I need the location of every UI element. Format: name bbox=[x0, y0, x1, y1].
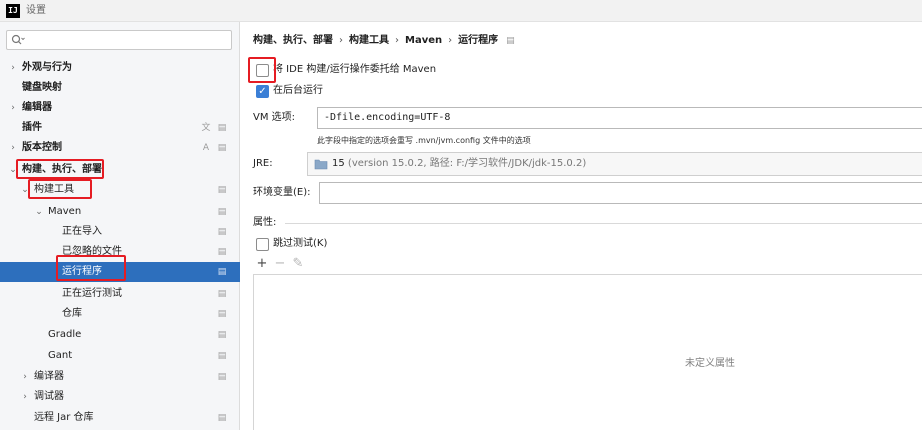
edit-icon[interactable]: ✎ bbox=[289, 256, 307, 272]
project-settings-icon: ▤ bbox=[217, 309, 227, 319]
sidebar-item-label: 已忽略的文件 bbox=[62, 246, 122, 257]
project-settings-icon: ▤ bbox=[217, 227, 227, 237]
sidebar-item-label: 构建工具 bbox=[34, 184, 74, 195]
properties-empty-text: 未定义属性 bbox=[685, 358, 735, 369]
properties-title: 属性: bbox=[253, 217, 277, 228]
sidebar-item-label: 编译器 bbox=[34, 371, 64, 382]
project-settings-icon: ▤ bbox=[217, 143, 227, 153]
properties-divider bbox=[285, 223, 922, 224]
sidebar-item-ignored-files[interactable]: 已忽略的文件 ▤ bbox=[0, 242, 240, 262]
sidebar-item-label: 正在导入 bbox=[62, 226, 102, 237]
sidebar-item-label: Gant bbox=[48, 350, 73, 361]
breadcrumb-separator: › bbox=[395, 35, 399, 46]
folder-icon bbox=[314, 159, 328, 170]
sidebar-item-label: Gradle bbox=[48, 329, 82, 340]
sidebar-item-gradle[interactable]: Gradle ▤ bbox=[0, 325, 240, 345]
env-vars-label: 环境变量(E): bbox=[253, 187, 311, 198]
breadcrumb-item[interactable]: Maven bbox=[405, 35, 442, 46]
jre-label: JRE: bbox=[253, 158, 273, 169]
sidebar-item-gant[interactable]: Gant ▤ bbox=[0, 346, 240, 366]
sidebar-item-vcs[interactable]: › 版本控制 ▤ bbox=[0, 138, 240, 158]
jre-detail: (version 15.0.2, 路径: F:/学习软件/JDK/jdk-15.… bbox=[344, 158, 587, 169]
sidebar-item-compiler[interactable]: › 编译器 ▤ bbox=[0, 367, 240, 387]
breadcrumb-separator: › bbox=[339, 35, 343, 46]
sidebar-item-label: 远程 Jar 仓库 bbox=[34, 412, 94, 423]
sidebar-item-running-tests[interactable]: 正在运行测试 ▤ bbox=[0, 284, 240, 304]
breadcrumb-item: 运行程序 bbox=[458, 35, 499, 46]
sidebar-item-label: Maven bbox=[48, 206, 82, 217]
sidebar-item-remote-jar[interactable]: 远程 Jar 仓库 ▤ bbox=[0, 408, 240, 428]
chevron-right-icon[interactable]: › bbox=[8, 138, 18, 158]
project-settings-icon: ▤ bbox=[217, 330, 227, 340]
translate-icon: 文A bbox=[201, 123, 211, 153]
sidebar-item-keymap[interactable]: 键盘映射 bbox=[0, 78, 240, 98]
vm-options-hint: 此字段中指定的选项会重写 .mvn/jvm.config 文件中的选项 bbox=[317, 136, 531, 145]
sidebar-item-importing[interactable]: 正在导入 ▤ bbox=[0, 222, 240, 242]
sidebar-item-label: 外观与行为 bbox=[22, 62, 72, 73]
vm-options-label: VM 选项: bbox=[253, 112, 296, 123]
project-settings-icon: ▤ bbox=[217, 207, 227, 217]
delegate-to-maven-label[interactable]: 将 IDE 构建/运行操作委托给 Maven bbox=[273, 63, 436, 77]
app-logo-icon: IJ bbox=[6, 4, 20, 18]
jre-version: 15 bbox=[332, 158, 345, 169]
run-in-background-label[interactable]: 在后台运行 bbox=[273, 84, 323, 98]
chevron-down-icon[interactable]: ⌄ bbox=[20, 180, 30, 200]
breadcrumb-item[interactable]: 构建、执行、部署 bbox=[253, 35, 333, 46]
project-settings-icon: ▤ bbox=[217, 351, 227, 361]
properties-toolbar: + − ✎ bbox=[253, 256, 307, 272]
title-bar: IJ 设置 bbox=[0, 0, 922, 22]
sidebar-item-label: 版本控制 bbox=[22, 142, 62, 153]
sidebar-item-appearance[interactable]: › 外观与行为 bbox=[0, 58, 240, 78]
sidebar-item-maven[interactable]: ⌄ Maven ▤ bbox=[0, 202, 240, 222]
jre-select[interactable]: 15 (version 15.0.2, 路径: F:/学习软件/JDK/jdk-… bbox=[307, 152, 922, 176]
search-icon bbox=[11, 34, 25, 45]
sidebar-item-label: 键盘映射 bbox=[22, 82, 62, 93]
project-settings-icon: ▤ bbox=[217, 372, 227, 382]
properties-table[interactable] bbox=[253, 274, 922, 430]
chevron-right-icon[interactable]: › bbox=[20, 367, 30, 387]
chevron-down-icon[interactable]: ⌄ bbox=[34, 202, 44, 222]
project-settings-icon: ▤ bbox=[217, 289, 227, 299]
project-settings-icon: ▤ bbox=[217, 413, 227, 423]
sidebar-item-debugger[interactable]: › 调试器 bbox=[0, 387, 240, 407]
settings-sidebar: › 外观与行为 键盘映射 › 编辑器 插件 文A ▤ › 版本控制 ▤ ⌄ 构建… bbox=[0, 22, 240, 430]
breadcrumb-item[interactable]: 构建工具 bbox=[349, 35, 389, 46]
chevron-right-icon[interactable]: › bbox=[8, 58, 18, 78]
chevron-down-icon[interactable]: ⌄ bbox=[8, 160, 18, 180]
skip-tests-checkbox[interactable] bbox=[256, 238, 269, 251]
project-settings-icon: ▤ bbox=[217, 267, 227, 277]
breadcrumb: 构建、执行、部署 › 构建工具 › Maven › 运行程序 ▤ bbox=[253, 32, 515, 50]
sidebar-item-plugins[interactable]: 插件 文A ▤ bbox=[0, 118, 240, 153]
sidebar-item-build-exec-deploy[interactable]: ⌄ 构建、执行、部署 bbox=[0, 160, 240, 180]
remove-icon[interactable]: − bbox=[271, 256, 289, 272]
sidebar-item-runner[interactable]: 运行程序 ▤ bbox=[0, 262, 240, 282]
project-settings-icon: ▤ bbox=[217, 247, 227, 257]
sidebar-item-label: 调试器 bbox=[34, 391, 64, 402]
sidebar-item-label: 插件 bbox=[22, 122, 42, 133]
sidebar-item-label: 构建、执行、部署 bbox=[22, 164, 102, 175]
add-icon[interactable]: + bbox=[253, 256, 271, 272]
delegate-to-maven-checkbox[interactable] bbox=[256, 64, 269, 77]
sidebar-item-label: 编辑器 bbox=[22, 102, 52, 113]
sidebar-item-label: 运行程序 bbox=[62, 266, 102, 277]
search-input[interactable] bbox=[27, 33, 227, 47]
chevron-right-icon[interactable]: › bbox=[20, 387, 30, 407]
run-in-background-checkbox[interactable]: ✓ bbox=[256, 85, 269, 98]
project-settings-icon: ▤ bbox=[217, 185, 227, 195]
settings-content: 构建、执行、部署 › 构建工具 › Maven › 运行程序 ▤ 将 IDE 构建/运行操作委… bbox=[241, 22, 922, 430]
sidebar-item-label: 仓库 bbox=[62, 308, 82, 319]
chevron-right-icon[interactable]: › bbox=[8, 98, 18, 118]
sidebar-item-repositories[interactable]: 仓库 ▤ bbox=[0, 304, 240, 324]
env-vars-field[interactable] bbox=[319, 182, 922, 204]
sidebar-item-build-tools[interactable]: ⌄ 构建工具 ▤ bbox=[0, 180, 240, 200]
sidebar-item-label: 正在运行测试 bbox=[62, 288, 122, 299]
breadcrumb-separator: › bbox=[448, 35, 453, 46]
vm-options-field[interactable]: -Dfile.encoding=UTF-8 bbox=[317, 107, 922, 129]
sidebar-item-editor[interactable]: › 编辑器 bbox=[0, 98, 240, 118]
window-title: 设置 bbox=[26, 5, 46, 16]
project-settings-icon: ▤ bbox=[217, 123, 227, 133]
project-settings-icon: ▤ bbox=[506, 36, 515, 46]
skip-tests-label[interactable]: 跳过测试(K) bbox=[273, 237, 327, 251]
search-box[interactable] bbox=[6, 30, 232, 50]
